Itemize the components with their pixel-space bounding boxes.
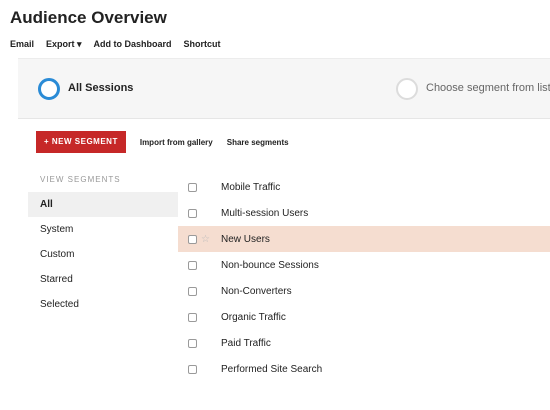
sidebar-item-custom[interactable]: Custom <box>28 242 178 267</box>
segment-label: Paid Traffic <box>221 337 271 349</box>
list-item[interactable]: Paid Traffic <box>178 330 550 356</box>
segment-label: Organic Traffic <box>221 311 286 323</box>
checkbox-icon[interactable] <box>188 364 197 374</box>
list-item[interactable]: Non-Converters <box>178 278 550 304</box>
sidebar-header: VIEW SEGMENTS <box>40 175 121 184</box>
segment-label: Performed Site Search <box>221 363 323 375</box>
add-to-dashboard-action[interactable]: Add to Dashboard <box>94 39 172 50</box>
page-title: Audience Overview <box>10 8 167 27</box>
checkbox-icon[interactable] <box>188 182 197 192</box>
empty-segment-circle-icon[interactable] <box>396 78 418 100</box>
checkbox-icon[interactable] <box>188 234 197 244</box>
new-segment-button[interactable]: + NEW SEGMENT <box>36 131 126 153</box>
segment-list: Mobile Traffic Multi-session Users ☆ New… <box>178 174 550 382</box>
segment-toolbar: + NEW SEGMENT Import from gallery Share … <box>36 131 289 153</box>
active-segment-circle-icon[interactable] <box>38 78 60 100</box>
share-segments-link[interactable]: Share segments <box>227 138 289 147</box>
star-icon[interactable]: ☆ <box>201 234 213 245</box>
list-item[interactable]: Non-bounce Sessions <box>178 252 550 278</box>
list-item[interactable]: Multi-session Users <box>178 200 550 226</box>
sidebar-item-starred[interactable]: Starred <box>28 267 178 292</box>
email-action[interactable]: Email <box>10 39 34 50</box>
segment-label: Multi-session Users <box>221 207 309 219</box>
export-action[interactable]: Export ▾ <box>46 39 82 50</box>
choose-segment-placeholder[interactable]: Choose segment from list <box>426 82 550 94</box>
list-item[interactable]: Mobile Traffic <box>178 174 550 200</box>
segment-label: Non-Converters <box>221 285 292 297</box>
checkbox-icon[interactable] <box>188 260 197 270</box>
active-segment-label[interactable]: All Sessions <box>68 82 133 94</box>
checkbox-icon[interactable] <box>188 208 197 218</box>
list-item[interactable]: Performed Site Search <box>178 356 550 382</box>
list-item[interactable]: Organic Traffic <box>178 304 550 330</box>
segment-label: New Users <box>221 233 270 245</box>
sidebar-item-all[interactable]: All <box>28 192 178 217</box>
shortcut-action[interactable]: Shortcut <box>184 39 221 50</box>
sidebar-item-selected[interactable]: Selected <box>28 292 178 317</box>
report-actions: Email Export ▾ Add to Dashboard Shortcut <box>10 39 221 50</box>
segment-sidebar: VIEW SEGMENTS All System Custom Starred … <box>28 168 178 317</box>
list-item-highlighted[interactable]: ☆ New Users <box>178 226 550 252</box>
segment-label: Mobile Traffic <box>221 181 281 193</box>
sidebar-item-system[interactable]: System <box>28 217 178 242</box>
checkbox-icon[interactable] <box>188 312 197 322</box>
import-from-gallery-link[interactable]: Import from gallery <box>140 138 213 147</box>
segment-bar: All Sessions Choose segment from list <box>18 58 550 118</box>
checkbox-icon[interactable] <box>188 286 197 296</box>
segment-label: Non-bounce Sessions <box>221 259 319 271</box>
checkbox-icon[interactable] <box>188 338 197 348</box>
